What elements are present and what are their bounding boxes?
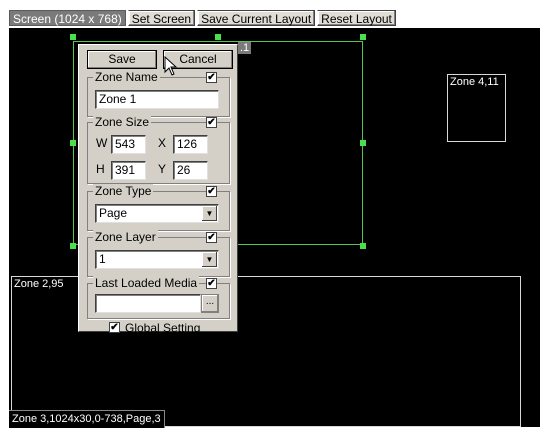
zone-size-checkbox[interactable]: ✔ bbox=[206, 117, 217, 128]
reset-layout-button[interactable]: Reset Layout bbox=[317, 10, 396, 26]
save-button[interactable]: Save bbox=[87, 50, 157, 69]
y-input[interactable]: 26 bbox=[173, 161, 208, 180]
height-label: H bbox=[96, 162, 105, 176]
global-setting-checkbox[interactable]: ✔ bbox=[109, 322, 120, 333]
y-label: Y bbox=[158, 162, 167, 176]
arrow-pointer-icon bbox=[164, 56, 178, 76]
x-input[interactable]: 126 bbox=[173, 135, 208, 154]
width-label: W bbox=[96, 136, 108, 150]
zone-name-input[interactable]: Zone 1 bbox=[95, 90, 219, 109]
zone-layer-select[interactable]: 1 ▼ bbox=[95, 250, 219, 269]
global-setting-label: Global Setting bbox=[125, 321, 201, 335]
zone-type-value: Page bbox=[99, 206, 128, 220]
width-input[interactable]: 543 bbox=[111, 135, 146, 154]
resize-handle-bottom-right[interactable] bbox=[360, 243, 366, 249]
save-current-layout-button[interactable]: Save Current Layout bbox=[197, 10, 316, 26]
zone-size-group: Zone Size ✔ W 543 X 126 H 391 Y 26 bbox=[87, 115, 230, 184]
browse-button[interactable]: ... bbox=[201, 294, 219, 313]
zone-layer-group: Zone Layer ✔ 1 ▼ bbox=[87, 230, 230, 277]
top-toolbar: Screen (1024 x 768) Set Screen Save Curr… bbox=[9, 10, 396, 28]
zone-name-group: Zone Name ✔ Zone 1 bbox=[87, 70, 230, 117]
resize-handle-bottom-left[interactable] bbox=[70, 243, 76, 249]
resize-handle-mid-right[interactable] bbox=[360, 140, 366, 146]
resize-handle-mid-left[interactable] bbox=[70, 140, 76, 146]
set-screen-button[interactable]: Set Screen bbox=[127, 10, 196, 26]
zone-type-select[interactable]: Page ▼ bbox=[95, 204, 219, 223]
height-input[interactable]: 391 bbox=[111, 161, 146, 180]
zone-type-checkbox[interactable]: ✔ bbox=[206, 186, 217, 197]
last-loaded-media-title: Last Loaded Media bbox=[93, 276, 200, 290]
zone-type-group: Zone Type ✔ Page ▼ bbox=[87, 184, 230, 231]
x-label: X bbox=[158, 136, 167, 150]
zone-size-title: Zone Size bbox=[93, 115, 152, 129]
zone-name-title: Zone Name bbox=[93, 70, 160, 84]
status-bar: Zone 3,1024x30,0-738,Page,3 bbox=[9, 410, 165, 428]
zone-4-label: Zone 4,11 bbox=[450, 76, 499, 88]
zone-1-label: .1 bbox=[238, 42, 252, 54]
last-loaded-media-input[interactable] bbox=[95, 294, 201, 313]
resize-handle-top-right[interactable] bbox=[360, 34, 366, 40]
zone-name-checkbox[interactable]: ✔ bbox=[206, 72, 217, 83]
chevron-down-icon[interactable]: ▼ bbox=[202, 206, 217, 221]
last-loaded-media-group: Last Loaded Media ✔ ... bbox=[87, 276, 230, 319]
last-loaded-media-checkbox[interactable]: ✔ bbox=[206, 278, 217, 289]
zone-type-title: Zone Type bbox=[93, 184, 154, 198]
zone-layer-title: Zone Layer bbox=[93, 230, 158, 244]
zone-layer-checkbox[interactable]: ✔ bbox=[206, 232, 217, 243]
zone-2-label: Zone 2,95 bbox=[14, 278, 64, 290]
resize-handle-top-mid[interactable] bbox=[215, 34, 221, 40]
zone-properties-dialog: Save Cancel Zone Name ✔ Zone 1 Zone Size… bbox=[78, 44, 238, 335]
screen-size-label: Screen (1024 x 768) bbox=[9, 10, 126, 26]
zone-4[interactable]: Zone 4,11 bbox=[447, 74, 506, 142]
chevron-down-icon[interactable]: ▼ bbox=[202, 252, 217, 267]
resize-handle-top-left[interactable] bbox=[70, 34, 76, 40]
zone-layer-value: 1 bbox=[99, 252, 106, 266]
